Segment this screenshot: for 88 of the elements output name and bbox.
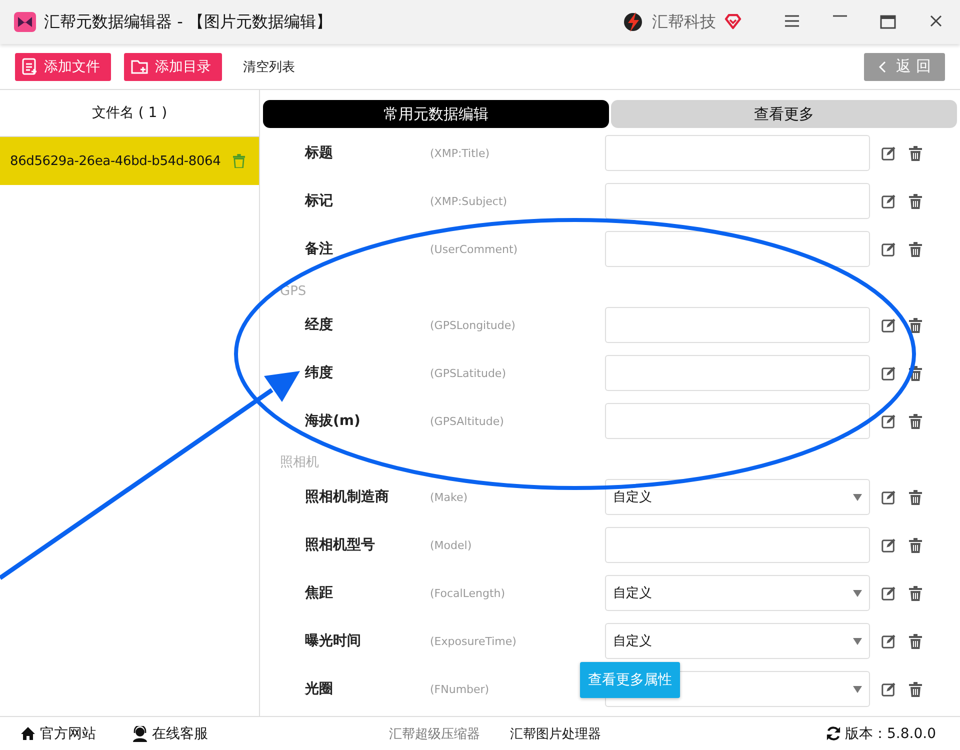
trash-icon[interactable] bbox=[909, 490, 922, 504]
edit-icon[interactable] bbox=[881, 682, 896, 696]
refresh-icon[interactable] bbox=[826, 726, 842, 741]
field-label: 焦距 bbox=[304, 584, 334, 602]
dropdown-value: 自定义 bbox=[613, 585, 652, 602]
input-field[interactable] bbox=[605, 231, 870, 267]
field-tag: (Model) bbox=[430, 538, 605, 552]
caret-down-icon bbox=[853, 686, 862, 692]
dropdown-value: 自定义 bbox=[613, 489, 652, 506]
field-label: 标记 bbox=[304, 192, 334, 210]
brand-name: 汇帮科技 bbox=[652, 12, 716, 32]
edit-icon[interactable] bbox=[881, 538, 896, 552]
window-title: 汇帮元数据编辑器 - 【图片元数据编辑】 bbox=[44, 12, 333, 32]
dropdown-value: 自定义 bbox=[613, 633, 652, 650]
section-title: 照相机 bbox=[279, 454, 320, 471]
caret-down-icon bbox=[853, 638, 862, 644]
version-label: 版本：5.8.0.0 bbox=[845, 724, 936, 742]
input-field[interactable] bbox=[605, 355, 870, 391]
trash-icon[interactable] bbox=[909, 146, 922, 160]
edit-icon[interactable] bbox=[881, 194, 896, 208]
menu-icon[interactable] bbox=[785, 15, 799, 27]
headset-icon bbox=[132, 726, 148, 742]
field-tag: (Make) bbox=[430, 490, 605, 504]
edit-icon[interactable] bbox=[881, 366, 896, 380]
caret-down-icon bbox=[853, 590, 862, 596]
dropdown[interactable]: 自定义 bbox=[605, 479, 870, 515]
diamond-icon[interactable] bbox=[724, 14, 742, 30]
app-link[interactable]: 汇帮图片处理器 bbox=[510, 724, 601, 742]
caret-down-icon bbox=[853, 494, 862, 500]
input-field[interactable] bbox=[605, 135, 870, 171]
input-field[interactable] bbox=[605, 403, 870, 439]
trash-icon[interactable] bbox=[909, 682, 922, 696]
website-link[interactable]: 官方网站 bbox=[20, 724, 96, 742]
field-label: 光圈 bbox=[304, 680, 334, 698]
edit-icon[interactable] bbox=[881, 634, 896, 648]
add-folder-button[interactable]: 添加目录 bbox=[124, 52, 222, 80]
edit-icon[interactable] bbox=[881, 242, 896, 256]
lightning-logo-icon bbox=[622, 11, 644, 33]
document-icon bbox=[22, 58, 38, 75]
field-tag: (GPSLongitude) bbox=[430, 318, 605, 332]
tab[interactable]: 常用元数据编辑 bbox=[263, 100, 609, 128]
edit-icon[interactable] bbox=[881, 146, 896, 160]
trash-icon[interactable] bbox=[909, 414, 922, 428]
file-name: 86d5629a-26ea-46bd-b54d-8064 bbox=[10, 154, 221, 168]
trash-icon[interactable] bbox=[909, 194, 922, 208]
edit-icon[interactable] bbox=[881, 414, 896, 428]
trash-icon[interactable] bbox=[909, 318, 922, 332]
field-tag: (GPSAltitude) bbox=[430, 414, 605, 428]
edit-icon[interactable] bbox=[881, 586, 896, 600]
field-tag: (XMP:Subject) bbox=[430, 194, 605, 208]
edit-icon[interactable] bbox=[881, 318, 896, 332]
tab[interactable]: 查看更多 bbox=[611, 100, 957, 128]
input-field[interactable] bbox=[605, 527, 870, 563]
field-tag: (GPSLatitude) bbox=[430, 366, 605, 380]
app-logo-icon bbox=[14, 12, 36, 32]
maximize-icon[interactable] bbox=[880, 15, 896, 29]
app-link[interactable]: 汇帮超级压缩器 bbox=[389, 724, 480, 742]
field-tag: (ExposureTime) bbox=[430, 634, 605, 648]
field-label: 曝光时间 bbox=[304, 632, 362, 650]
edit-icon[interactable] bbox=[881, 490, 896, 504]
trash-icon[interactable] bbox=[909, 634, 922, 648]
field-label: 纬度 bbox=[304, 364, 334, 382]
clear-list-button[interactable]: 清空列表 bbox=[235, 58, 303, 76]
support-link[interactable]: 在线客服 bbox=[132, 724, 208, 742]
field-tag: (UserComment) bbox=[430, 242, 605, 256]
folder-icon bbox=[131, 58, 149, 74]
dropdown[interactable]: 自定义 bbox=[605, 623, 870, 659]
field-label: 备注 bbox=[304, 240, 334, 258]
input-field[interactable] bbox=[605, 307, 870, 343]
trash-icon[interactable] bbox=[909, 242, 922, 256]
field-tag: (FocalLength) bbox=[430, 586, 605, 600]
add-file-button[interactable]: 添加文件 bbox=[15, 52, 111, 80]
chevron-left-icon bbox=[878, 60, 886, 72]
file-row[interactable]: 86d5629a-26ea-46bd-b54d-8064 bbox=[0, 137, 259, 185]
trash-icon[interactable] bbox=[909, 586, 922, 600]
home-icon bbox=[20, 726, 36, 741]
close-icon[interactable] bbox=[930, 15, 942, 27]
field-label: 海拔(m) bbox=[304, 412, 362, 430]
field-label: 照相机制造商 bbox=[304, 488, 390, 506]
input-field[interactable] bbox=[605, 183, 870, 219]
minimize-icon[interactable] bbox=[833, 15, 847, 17]
dropdown[interactable]: 自定义 bbox=[605, 575, 870, 611]
field-tag: (XMP:Title) bbox=[430, 146, 605, 160]
trash-icon[interactable] bbox=[909, 366, 922, 380]
field-label: 照相机型号 bbox=[304, 536, 376, 554]
field-label: 标题 bbox=[304, 144, 334, 162]
field-label: 经度 bbox=[304, 316, 334, 334]
trash-icon[interactable] bbox=[909, 538, 922, 552]
